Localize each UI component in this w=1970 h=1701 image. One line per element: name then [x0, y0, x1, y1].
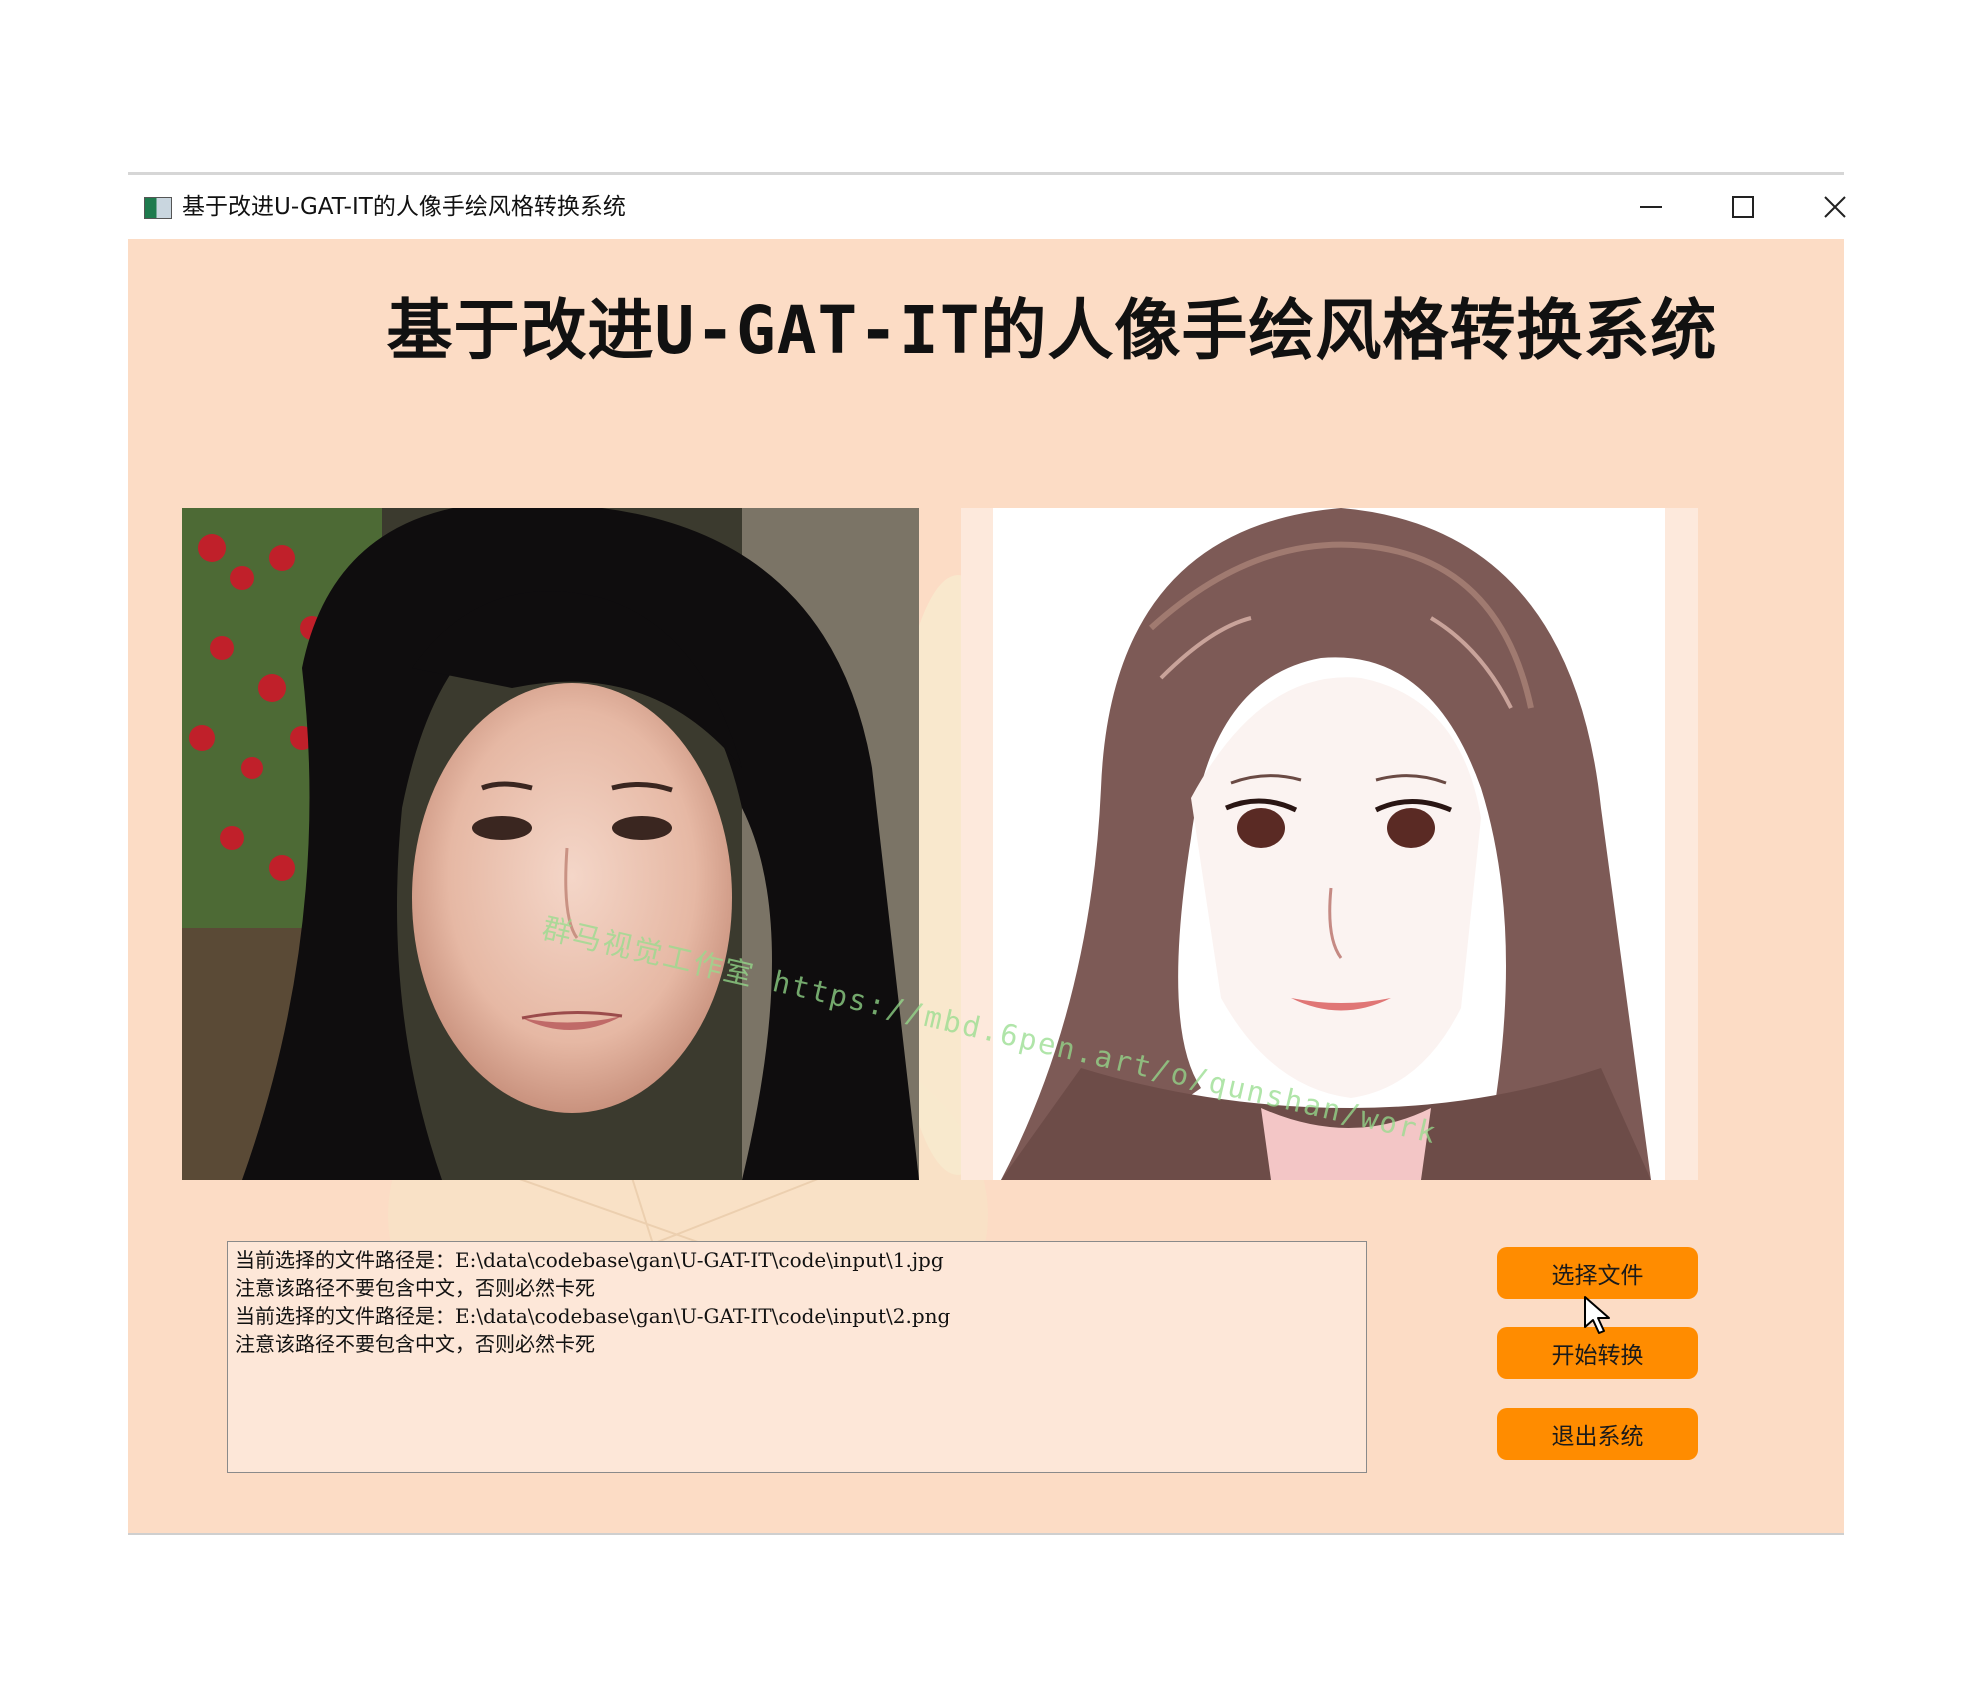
- converted-drawing: [993, 508, 1665, 1180]
- log-line: 当前选择的文件路径是：E:\data\codebase\gan\U-GAT-IT…: [235, 1248, 944, 1272]
- original-photo: [182, 508, 919, 1180]
- select-file-button[interactable]: 选择文件: [1497, 1247, 1698, 1299]
- log-line: 当前选择的文件路径是：E:\data\codebase\gan\U-GAT-IT…: [235, 1304, 951, 1328]
- exit-system-button[interactable]: 退出系统: [1497, 1408, 1698, 1460]
- converted-image-panel: [961, 508, 1698, 1180]
- log-line: 注意该路径不要包含中文，否则必然卡死: [235, 1276, 595, 1300]
- original-image-panel: [182, 508, 919, 1180]
- mouse-cursor-icon: [1584, 1296, 1610, 1334]
- log-line: 注意该路径不要包含中文，否则必然卡死: [235, 1332, 595, 1356]
- page-title: 基于改进U-GAT-IT的人像手绘风格转换系统: [386, 292, 1718, 369]
- log-textbox[interactable]: 当前选择的文件路径是：E:\data\codebase\gan\U-GAT-IT…: [227, 1241, 1367, 1473]
